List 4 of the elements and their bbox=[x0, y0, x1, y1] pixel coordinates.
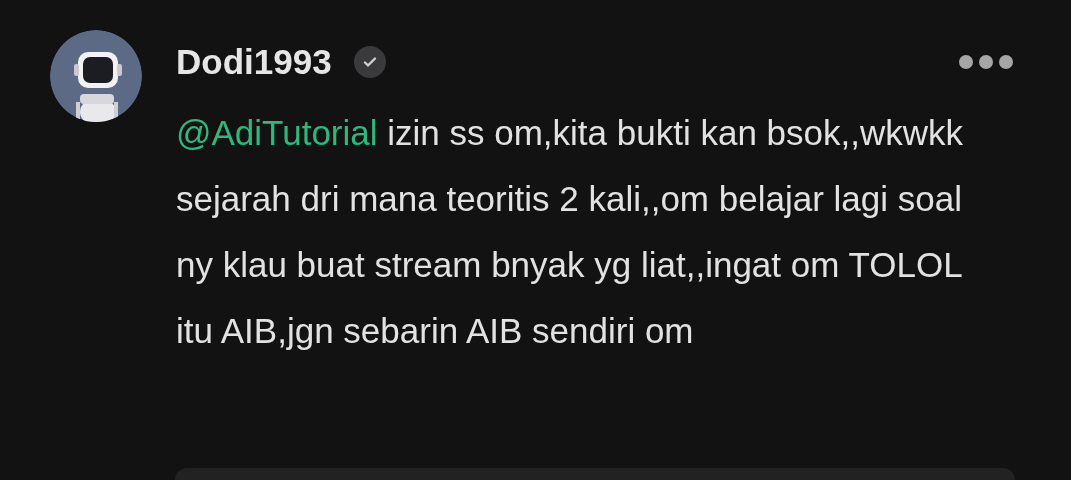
more-options-icon[interactable] bbox=[959, 55, 1013, 69]
comment-text: @AdiTutorial izin ss om,kita bukti kan bsok,,wkwkk sejarah dri mana teoritis 2 kali,,om belajar lagi soal ny klau buat stream bnyak yg liat,,ingat om TOLOL itu AIB,jgn sebarin AIB sendiri om bbox=[176, 112, 964, 352]
username[interactable]: Dodi1993 bbox=[176, 35, 332, 89]
mention-link[interactable]: @AdiTutorial bbox=[176, 113, 378, 152]
